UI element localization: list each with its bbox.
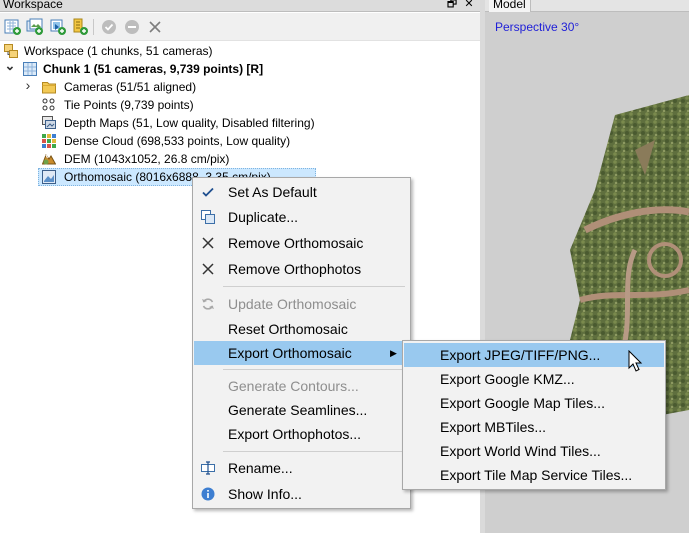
menu-item-export-jpeg-tiff-png[interactable]: Export JPEG/TIFF/PNG... [404, 343, 664, 367]
tree-root-label: Workspace (1 chunks, 51 cameras) [24, 44, 213, 58]
menu-item-update-orthomosaic[interactable]: Update Orthomosaic [194, 292, 409, 316]
workspace-icon [4, 44, 18, 58]
tree-root-workspace[interactable]: Workspace (1 chunks, 51 cameras) [0, 42, 480, 60]
menu-item-generate-contours[interactable]: Generate Contours... [194, 374, 409, 398]
depth-maps-label: Depth Maps (51, Low quality, Disabled fi… [64, 116, 315, 130]
check-icon [202, 187, 214, 197]
menu-item-set-as-default[interactable]: Set As Default [194, 180, 409, 204]
remove-icon [202, 237, 214, 249]
menu-item-show-info[interactable]: Show Info... [194, 482, 409, 506]
refresh-icon [202, 298, 214, 310]
workspace-title: Workspace [3, 0, 63, 11]
menu-separator [223, 286, 405, 287]
menu-separator [223, 369, 405, 370]
tree-item-cameras[interactable]: › Cameras (51/51 aligned) [0, 78, 480, 96]
chunk-icon [23, 62, 37, 76]
tab-model[interactable]: Model [489, 0, 531, 12]
toolbar-separator [93, 19, 94, 35]
tree-item-tie-points[interactable]: Tie Points (9,739 points) [0, 96, 480, 114]
info-icon [201, 487, 215, 501]
remove-icon [202, 263, 214, 275]
mouse-cursor-icon [628, 350, 643, 372]
chunk-label: Chunk 1 (51 cameras, 9,739 points) [R] [43, 62, 264, 76]
orthomosaic-icon [42, 170, 56, 184]
float-panel-icon[interactable]: 🗗 [446, 0, 458, 11]
menu-item-export-orthophotos[interactable]: Export Orthophotos... [194, 422, 409, 446]
menu-item-export-orthomosaic[interactable]: Export Orthomosaic ▶ [194, 341, 409, 365]
depth-maps-icon [42, 116, 56, 129]
menu-item-export-google-kmz[interactable]: Export Google KMZ... [404, 367, 664, 391]
tie-points-icon [42, 98, 55, 111]
close-panel-icon[interactable]: ✕ [463, 0, 475, 11]
rename-icon [201, 461, 215, 475]
folder-icon [42, 82, 56, 94]
add-chunk-icon[interactable] [4, 18, 22, 36]
duplicate-icon [201, 210, 215, 224]
menu-item-export-mbtiles[interactable]: Export MBTiles... [404, 415, 664, 439]
add-photos-icon[interactable] [26, 18, 44, 36]
dem-icon [42, 153, 56, 165]
tree-item-dem[interactable]: DEM (1043x1052, 26.8 cm/pix) [0, 150, 480, 168]
dense-cloud-icon [42, 134, 56, 148]
add-folder-icon[interactable] [49, 18, 67, 36]
tree-item-dense-cloud[interactable]: Dense Cloud (698,533 points, Low quality… [0, 132, 480, 150]
menu-item-duplicate[interactable]: Duplicate... [194, 205, 409, 229]
workspace-titlebar: Workspace 🗗 ✕ [0, 0, 480, 12]
dense-cloud-label: Dense Cloud (698,533 points, Low quality… [64, 134, 291, 148]
enable-icon[interactable] [100, 18, 118, 36]
add-markers-icon[interactable] [71, 18, 89, 36]
dem-label: DEM (1043x1052, 26.8 cm/pix) [64, 152, 230, 166]
workspace-toolbar [0, 13, 480, 41]
menu-item-remove-orthophotos[interactable]: Remove Orthophotos [194, 257, 409, 281]
disable-icon[interactable] [123, 18, 141, 36]
export-orthomosaic-submenu: Export JPEG/TIFF/PNG... Export Google KM… [402, 340, 666, 490]
menu-item-generate-seamlines[interactable]: Generate Seamlines... [194, 398, 409, 422]
menu-item-export-tile-map-service-tiles[interactable]: Export Tile Map Service Tiles... [404, 463, 664, 487]
chunk-expander-icon[interactable]: ⌄ [4, 59, 16, 72]
cameras-label: Cameras (51/51 aligned) [64, 80, 197, 94]
menu-item-reset-orthomosaic[interactable]: Reset Orthomosaic [194, 317, 409, 341]
submenu-arrow-icon: ▶ [390, 348, 397, 358]
tie-points-label: Tie Points (9,739 points) [64, 98, 194, 112]
menu-item-export-world-wind-tiles[interactable]: Export World Wind Tiles... [404, 439, 664, 463]
viewport-tabbar: Model [485, 0, 689, 12]
perspective-indicator: Perspective 30° [495, 20, 580, 34]
menu-item-export-google-map-tiles[interactable]: Export Google Map Tiles... [404, 391, 664, 415]
menu-item-remove-orthomosaic[interactable]: Remove Orthomosaic [194, 231, 409, 255]
menu-item-rename[interactable]: Rename... [194, 456, 409, 480]
cameras-expander-icon[interactable]: › [22, 78, 34, 92]
tree-item-chunk[interactable]: ⌄ Chunk 1 (51 cameras, 9,739 points) [R] [0, 59, 480, 78]
menu-separator [223, 451, 405, 452]
orthomosaic-context-menu: Set As Default Duplicate... Remove Ortho… [192, 177, 411, 509]
tree-item-depth-maps[interactable]: Depth Maps (51, Low quality, Disabled fi… [0, 114, 480, 132]
remove-icon[interactable] [146, 18, 164, 36]
